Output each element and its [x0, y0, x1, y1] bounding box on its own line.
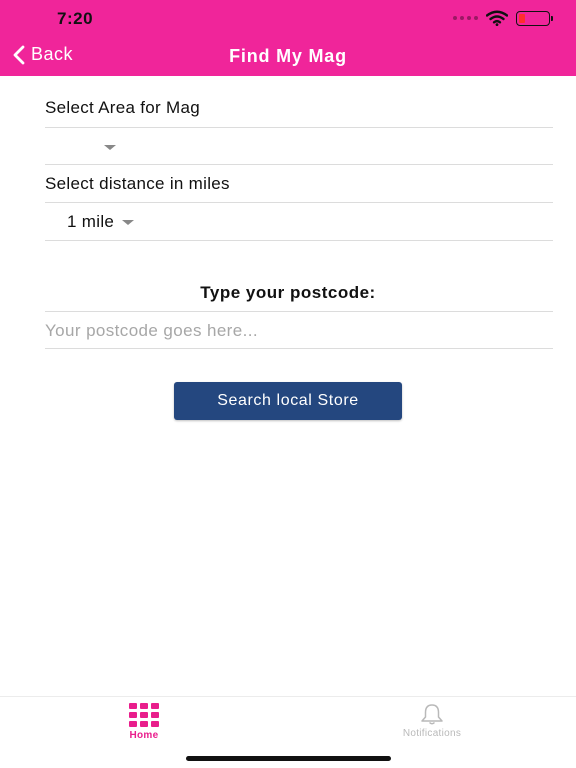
chevron-down-icon: [122, 219, 135, 225]
grid-icon: [129, 703, 159, 727]
signal-icon: [453, 16, 478, 20]
status-time: 7:20: [57, 9, 94, 28]
wifi-icon: [486, 10, 508, 26]
divider: [45, 202, 553, 203]
distance-label: Select distance in miles: [45, 174, 230, 193]
divider: [45, 311, 553, 312]
postcode-input[interactable]: [45, 316, 553, 346]
area-dropdown[interactable]: [96, 136, 116, 158]
divider: [45, 240, 553, 241]
chevron-down-icon: [104, 144, 116, 150]
postcode-heading: Type your postcode:: [200, 283, 376, 302]
divider: [45, 127, 553, 128]
area-label: Select Area for Mag: [45, 98, 200, 117]
battery-icon: [516, 10, 553, 26]
divider: [45, 164, 553, 165]
home-indicator: [186, 756, 391, 761]
page-title: Find My Mag: [229, 46, 347, 66]
bell-icon: [421, 704, 443, 725]
tab-notifications[interactable]: Notifications: [372, 703, 492, 739]
battery-level: [519, 13, 525, 23]
search-local-store-button[interactable]: Search local Store: [174, 382, 402, 420]
tab-home[interactable]: Home: [84, 703, 204, 741]
distance-dropdown-value: 1 mile: [67, 212, 115, 231]
tab-home-label: Home: [129, 730, 159, 741]
nav-header: 7:20 Back Find My Mag: [0, 0, 576, 76]
divider: [45, 348, 553, 349]
status-indicators: [453, 10, 553, 26]
tab-notifications-label: Notifications: [402, 728, 462, 739]
distance-dropdown[interactable]: 1 mile: [67, 211, 135, 233]
